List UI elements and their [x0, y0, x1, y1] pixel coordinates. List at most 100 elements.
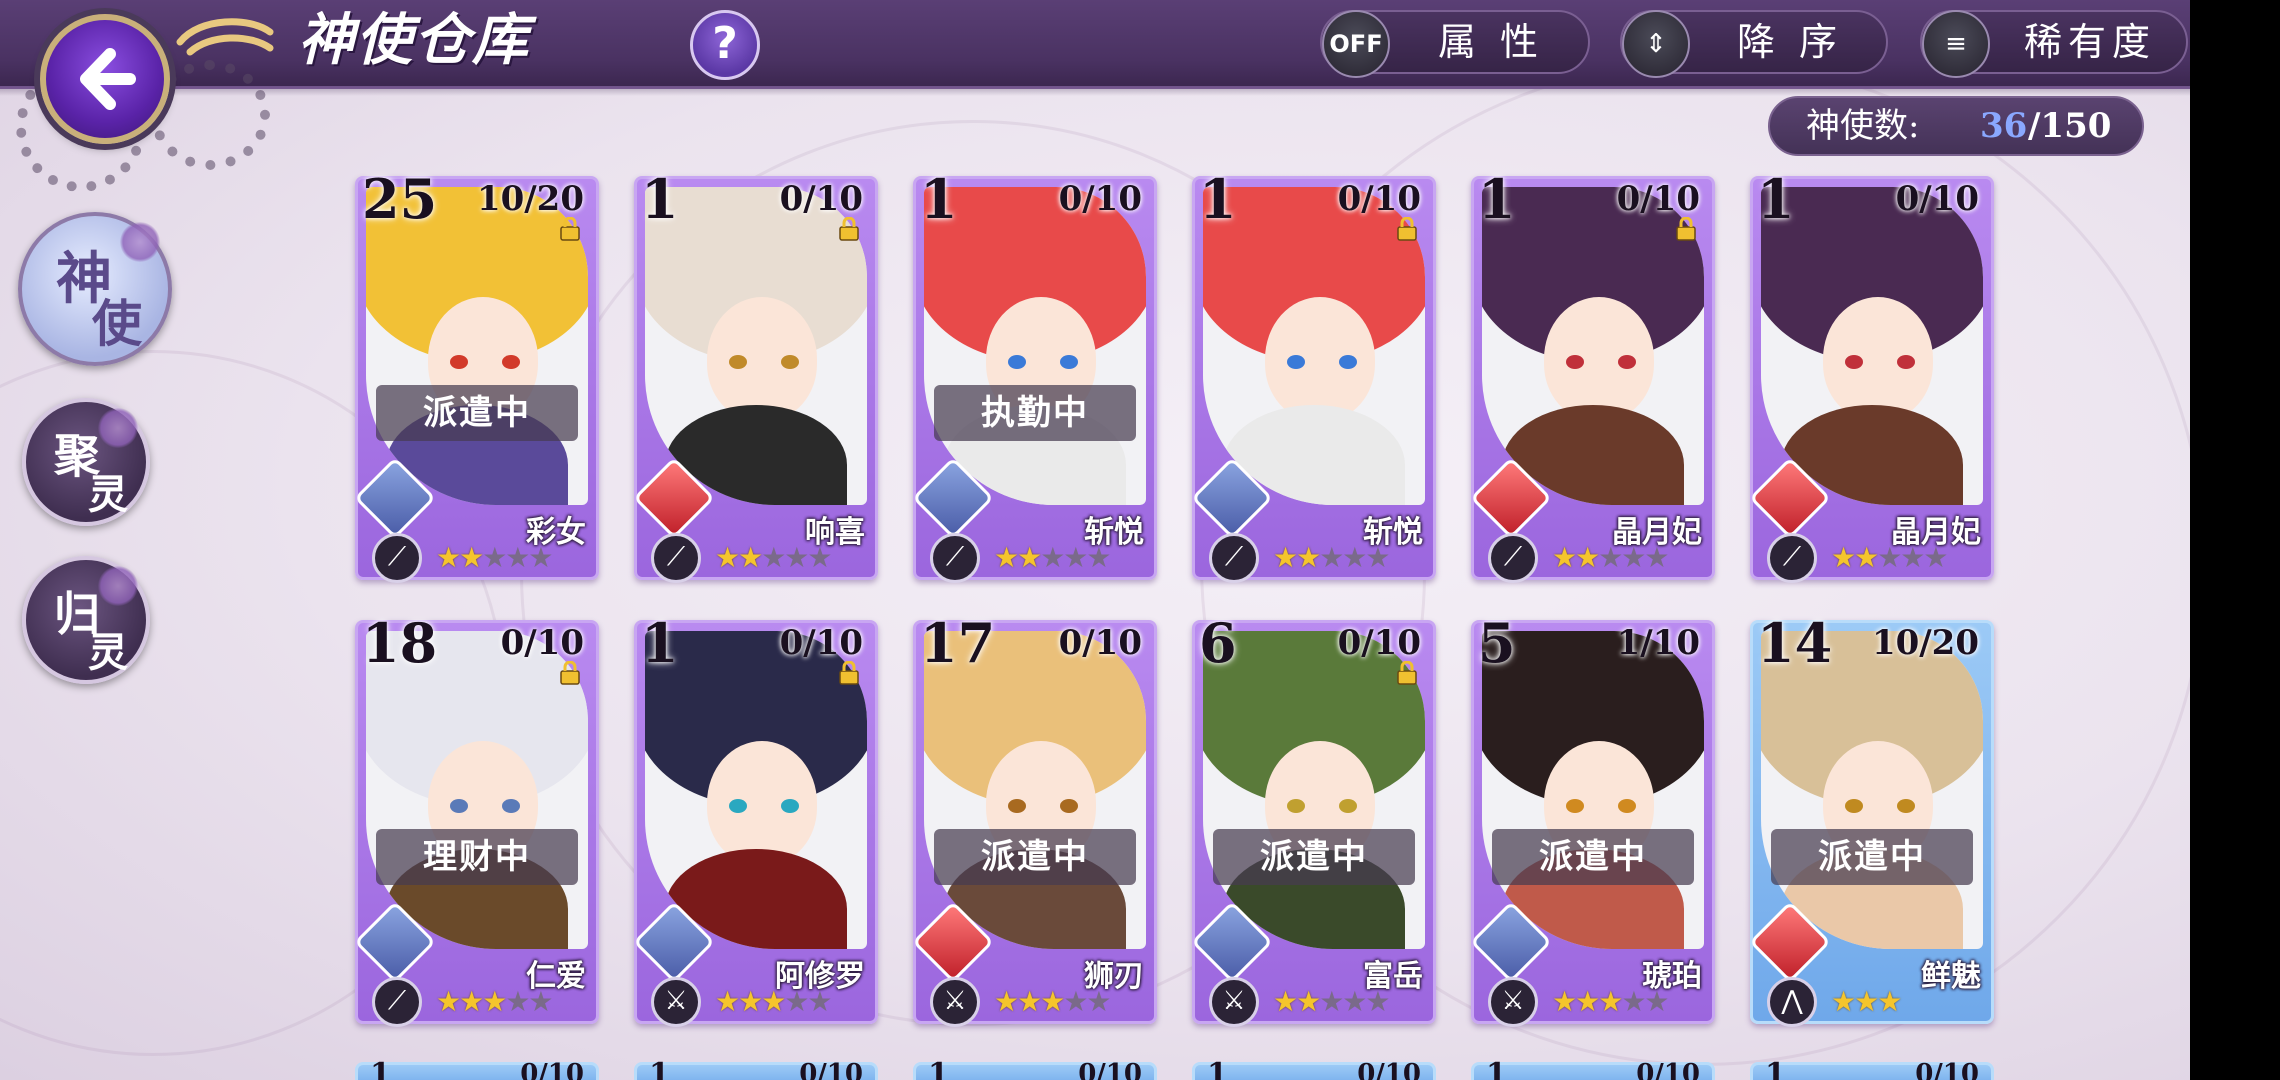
hero-portrait: [645, 187, 867, 505]
rarity-stars: ★★★★★: [715, 985, 833, 1018]
hero-exp: 10/20: [476, 179, 584, 219]
help-button[interactable]: ?: [690, 10, 760, 80]
tab-return[interactable]: 归 灵: [22, 556, 150, 684]
lock-icon: [560, 661, 580, 685]
weapon-type-icon: ⟋: [372, 977, 422, 1027]
stars-empty: ★★: [784, 985, 832, 1018]
sort-order-label: 降 序: [1736, 20, 1844, 64]
weapon-type-icon: ⟋: [1488, 533, 1538, 583]
rarity-stars: ★★★★★: [994, 541, 1112, 574]
hero-level: 6: [1199, 611, 1237, 675]
hero-level: 1: [1478, 167, 1516, 231]
weapon-type-icon: ⋀: [1767, 977, 1817, 1027]
weapon-type-icon: ⚔: [930, 977, 980, 1027]
hero-status-label: 派遣中: [376, 385, 578, 441]
lock-icon: [1397, 661, 1417, 685]
hero-card[interactable]: 18 0/10 理财中 仁爱 ⟋ ★★★★★: [353, 611, 599, 1027]
hero-status-label: 派遣中: [1492, 829, 1694, 885]
hero-card[interactable]: 1 0/10 执勤中 斩悦 ⟋ ★★★★★: [911, 167, 1157, 583]
hero-card[interactable]: 1 0/10 斩悦 ⟋ ★★★★★: [1190, 167, 1436, 583]
portrait-eye: [450, 355, 468, 369]
hero-portrait: [1203, 631, 1425, 949]
stars-filled: ★★: [1552, 541, 1600, 574]
hero-exp: 1/10: [1616, 623, 1700, 663]
sort-rarity-label: 稀有度: [2023, 20, 2156, 64]
game-screen: 神使仓库 ? OFF 属 性 ⇕ 降 序 ≡ 稀有度 神使数: 36 /150 …: [0, 0, 2190, 1080]
hero-card[interactable]: 17 0/10 派遣中 狮刃 ⚔ ★★★★★: [911, 611, 1157, 1027]
lock-icon: [839, 661, 859, 685]
rarity-stars: ★★★★★: [436, 985, 554, 1018]
portrait-eye: [1845, 355, 1863, 369]
sort-rarity-button[interactable]: ≡ 稀有度: [1920, 10, 2188, 78]
tab-heroes[interactable]: 神 使: [18, 212, 172, 366]
hero-exp: 0/10: [1078, 1059, 1142, 1080]
rarity-stars: ★★★★★: [994, 985, 1112, 1018]
rarity-stars: ★★★: [1831, 985, 1902, 1018]
sort-list-icon: ≡: [1922, 10, 1990, 78]
portrait-eye: [1618, 799, 1636, 813]
portrait-eye: [1566, 355, 1584, 369]
hero-status-label: 派遣中: [1771, 829, 1973, 885]
hero-card[interactable]: 1 0/10 阿修罗 ⚔ ★★★★★: [632, 611, 878, 1027]
hero-exp: 0/10: [1636, 1059, 1700, 1080]
hero-exp: 0/10: [799, 1059, 863, 1080]
hero-card[interactable]: 25 10/20 派遣中 彩女 ⟋ ★★★★★: [353, 167, 599, 583]
hero-card-partial[interactable]: 1 0/10: [1471, 1057, 1715, 1080]
hero-exp: 0/10: [1357, 1059, 1421, 1080]
weapon-type-icon: ⟋: [1209, 533, 1259, 583]
back-button[interactable]: [40, 14, 170, 144]
stars-filled: ★★★: [715, 985, 786, 1018]
portrait-eye: [1845, 799, 1863, 813]
sort-order-button[interactable]: ⇕ 降 序: [1620, 10, 1888, 78]
hero-card-partial[interactable]: 1 0/10: [634, 1057, 878, 1080]
hero-portrait: [924, 631, 1146, 949]
hero-portrait: [1482, 631, 1704, 949]
hero-card[interactable]: 5 1/10 派遣中 琥珀 ⚔ ★★★★★: [1469, 611, 1715, 1027]
tab-gather[interactable]: 聚 灵: [22, 398, 150, 526]
portrait-eye: [1060, 799, 1078, 813]
hero-card[interactable]: 14 10/20 派遣中 鲜魅 ⋀ ★★★: [1748, 611, 1994, 1027]
hero-card-partial[interactable]: 1 0/10: [913, 1057, 1157, 1080]
stars-filled: ★★★: [1552, 985, 1623, 1018]
flower-icon: [98, 408, 138, 448]
hero-exp: 0/10: [1616, 179, 1700, 219]
rarity-stars: ★★★★★: [436, 541, 554, 574]
portrait-eye: [781, 799, 799, 813]
hero-status-label: 派遣中: [1213, 829, 1415, 885]
hero-count: 神使数: 36 /150: [1768, 96, 2144, 156]
portrait-eye: [729, 799, 747, 813]
hero-card[interactable]: 1 0/10 晶月妃 ⟋ ★★★★★: [1469, 167, 1715, 583]
back-arrow-icon: [80, 48, 136, 110]
hero-exp: 0/10: [1915, 1059, 1979, 1080]
attribute-filter-button[interactable]: OFF 属 性: [1320, 10, 1590, 78]
hero-card[interactable]: 6 0/10 派遣中 富岳 ⚔ ★★★★★: [1190, 611, 1436, 1027]
hero-exp: 0/10: [1337, 623, 1421, 663]
hero-card[interactable]: 1 0/10 响喜 ⟋ ★★★★★: [632, 167, 878, 583]
hero-level: 1: [649, 1057, 670, 1080]
hero-level: 18: [362, 611, 438, 675]
hero-card-partial[interactable]: 1 0/10: [1750, 1057, 1994, 1080]
hero-portrait: [1761, 631, 1983, 949]
hero-card-partial[interactable]: 1 0/10: [1192, 1057, 1436, 1080]
hero-count-current: 36: [1980, 106, 2028, 146]
weapon-type-icon: ⟋: [651, 533, 701, 583]
hero-exp: 0/10: [1058, 179, 1142, 219]
stars-empty: ★★★: [1319, 541, 1390, 574]
portrait-eye: [1897, 355, 1915, 369]
hero-exp: 10/20: [1871, 623, 1979, 663]
hero-card[interactable]: 1 0/10 晶月妃 ⟋ ★★★★★: [1748, 167, 1994, 583]
hero-card-partial[interactable]: 1 0/10: [355, 1057, 599, 1080]
portrait-face: [1544, 297, 1654, 421]
weapon-type-icon: ⚔: [1488, 977, 1538, 1027]
portrait-eye: [1339, 799, 1357, 813]
portrait-eye: [1618, 355, 1636, 369]
portrait-eye: [1008, 355, 1026, 369]
portrait-eye: [502, 799, 520, 813]
hero-status-label: 派遣中: [934, 829, 1136, 885]
top-bar: 神使仓库 ? OFF 属 性 ⇕ 降 序 ≡ 稀有度: [0, 0, 2190, 96]
stars-empty: ★★★: [1040, 541, 1111, 574]
hero-exp: 0/10: [1058, 623, 1142, 663]
portrait-eye: [1339, 355, 1357, 369]
tab-return-char-2: 灵: [88, 629, 128, 676]
hero-level: 1: [1765, 1057, 1786, 1080]
